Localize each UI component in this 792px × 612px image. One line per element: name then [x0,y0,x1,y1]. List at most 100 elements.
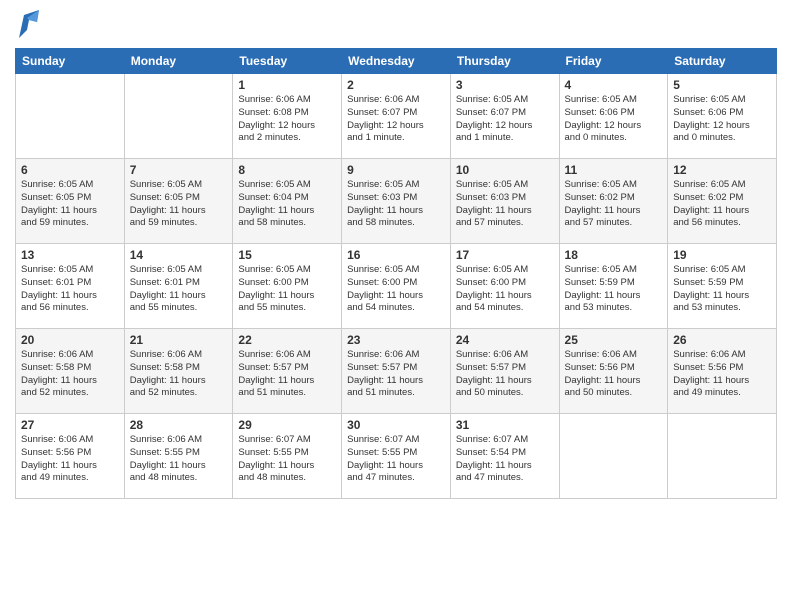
day-number: 6 [21,163,119,177]
calendar-cell: 30 Sunrise: 6:07 AM Sunset: 5:55 PM Dayli… [342,414,451,499]
day-info: Sunrise: 6:05 AM Sunset: 6:06 PM Dayligh… [673,94,771,145]
day-info: Sunrise: 6:05 AM Sunset: 6:03 PM Dayligh… [347,179,445,230]
day-info: Sunrise: 6:05 AM Sunset: 6:02 PM Dayligh… [673,179,771,230]
day-info: Sunrise: 6:07 AM Sunset: 5:54 PM Dayligh… [456,434,554,485]
day-info: Sunrise: 6:06 AM Sunset: 5:57 PM Dayligh… [347,349,445,400]
calendar-week-4: 20 Sunrise: 6:06 AM Sunset: 5:58 PM Dayli… [16,329,777,414]
weekday-header-wednesday: Wednesday [342,49,451,74]
day-number: 15 [238,248,336,262]
day-info: Sunrise: 6:05 AM Sunset: 6:06 PM Dayligh… [565,94,663,145]
page-header [15,10,777,40]
day-number: 26 [673,333,771,347]
calendar-cell: 28 Sunrise: 6:06 AM Sunset: 5:55 PM Dayli… [124,414,233,499]
weekday-header-thursday: Thursday [450,49,559,74]
calendar-cell: 9 Sunrise: 6:05 AM Sunset: 6:03 PM Daylig… [342,159,451,244]
calendar-cell: 6Sunrise: 6:05 AM Sunset: 6:05 PM Daylig… [16,159,125,244]
day-number: 13 [21,248,119,262]
day-info: Sunrise: 6:06 AM Sunset: 5:55 PM Dayligh… [130,434,228,485]
calendar-cell: 31Sunrise: 6:07 AM Sunset: 5:54 PM Dayli… [450,414,559,499]
day-info: Sunrise: 6:06 AM Sunset: 5:58 PM Dayligh… [21,349,119,400]
day-info: Sunrise: 6:07 AM Sunset: 5:55 PM Dayligh… [347,434,445,485]
day-number: 7 [130,163,228,177]
calendar-table: SundayMondayTuesdayWednesdayThursdayFrid… [15,48,777,499]
calendar-week-5: 27Sunrise: 6:06 AM Sunset: 5:56 PM Dayli… [16,414,777,499]
day-info: Sunrise: 6:05 AM Sunset: 6:05 PM Dayligh… [130,179,228,230]
calendar-cell [559,414,668,499]
day-number: 16 [347,248,445,262]
day-info: Sunrise: 6:05 AM Sunset: 6:07 PM Dayligh… [456,94,554,145]
day-number: 17 [456,248,554,262]
day-number: 9 [347,163,445,177]
day-info: Sunrise: 6:07 AM Sunset: 5:55 PM Dayligh… [238,434,336,485]
day-number: 18 [565,248,663,262]
day-number: 21 [130,333,228,347]
calendar-cell: 27Sunrise: 6:06 AM Sunset: 5:56 PM Dayli… [16,414,125,499]
calendar-cell: 24Sunrise: 6:06 AM Sunset: 5:57 PM Dayli… [450,329,559,414]
weekday-header-sunday: Sunday [16,49,125,74]
calendar-cell: 15 Sunrise: 6:05 AM Sunset: 6:00 PM Dayli… [233,244,342,329]
calendar-cell: 21 Sunrise: 6:06 AM Sunset: 5:58 PM Dayli… [124,329,233,414]
calendar-cell: 22 Sunrise: 6:06 AM Sunset: 5:57 PM Dayli… [233,329,342,414]
calendar-cell: 10 Sunrise: 6:05 AM Sunset: 6:03 PM Dayli… [450,159,559,244]
weekday-header-monday: Monday [124,49,233,74]
calendar-cell: 20 Sunrise: 6:06 AM Sunset: 5:58 PM Dayli… [16,329,125,414]
day-info: Sunrise: 6:06 AM Sunset: 6:08 PM Dayligh… [238,94,336,145]
day-number: 29 [238,418,336,432]
day-info: Sunrise: 6:06 AM Sunset: 5:56 PM Dayligh… [21,434,119,485]
day-number: 11 [565,163,663,177]
calendar-cell: 1 Sunrise: 6:06 AM Sunset: 6:08 PM Daylig… [233,74,342,159]
day-number: 28 [130,418,228,432]
day-info: Sunrise: 6:05 AM Sunset: 5:59 PM Dayligh… [565,264,663,315]
calendar-cell: 19 Sunrise: 6:05 AM Sunset: 5:59 PM Dayli… [668,244,777,329]
calendar-cell: 4 Sunrise: 6:05 AM Sunset: 6:06 PM Daylig… [559,74,668,159]
logo [15,10,39,40]
day-number: 1 [238,78,336,92]
day-info: Sunrise: 6:05 AM Sunset: 6:03 PM Dayligh… [456,179,554,230]
day-info: Sunrise: 6:05 AM Sunset: 6:01 PM Dayligh… [21,264,119,315]
day-info: Sunrise: 6:05 AM Sunset: 6:00 PM Dayligh… [347,264,445,315]
day-number: 22 [238,333,336,347]
day-number: 10 [456,163,554,177]
calendar-cell: 5 Sunrise: 6:05 AM Sunset: 6:06 PM Daylig… [668,74,777,159]
logo-bird-icon [19,10,39,40]
day-info: Sunrise: 6:06 AM Sunset: 5:58 PM Dayligh… [130,349,228,400]
calendar-cell: 8 Sunrise: 6:05 AM Sunset: 6:04 PM Daylig… [233,159,342,244]
day-info: Sunrise: 6:05 AM Sunset: 6:00 PM Dayligh… [238,264,336,315]
day-number: 4 [565,78,663,92]
day-number: 19 [673,248,771,262]
day-number: 23 [347,333,445,347]
calendar-cell: 12 Sunrise: 6:05 AM Sunset: 6:02 PM Dayli… [668,159,777,244]
calendar-cell: 13 Sunrise: 6:05 AM Sunset: 6:01 PM Dayli… [16,244,125,329]
weekday-header-saturday: Saturday [668,49,777,74]
calendar-cell: 7 Sunrise: 6:05 AM Sunset: 6:05 PM Daylig… [124,159,233,244]
weekday-header-tuesday: Tuesday [233,49,342,74]
day-info: Sunrise: 6:06 AM Sunset: 5:57 PM Dayligh… [238,349,336,400]
day-info: Sunrise: 6:05 AM Sunset: 6:01 PM Dayligh… [130,264,228,315]
day-info: Sunrise: 6:06 AM Sunset: 5:56 PM Dayligh… [673,349,771,400]
calendar-week-3: 13 Sunrise: 6:05 AM Sunset: 6:01 PM Dayli… [16,244,777,329]
day-info: Sunrise: 6:06 AM Sunset: 5:56 PM Dayligh… [565,349,663,400]
day-number: 20 [21,333,119,347]
calendar-cell [16,74,125,159]
calendar-cell [668,414,777,499]
day-info: Sunrise: 6:05 AM Sunset: 5:59 PM Dayligh… [673,264,771,315]
day-number: 5 [673,78,771,92]
calendar-week-1: 1 Sunrise: 6:06 AM Sunset: 6:08 PM Daylig… [16,74,777,159]
calendar-cell: 11 Sunrise: 6:05 AM Sunset: 6:02 PM Dayli… [559,159,668,244]
day-info: Sunrise: 6:05 AM Sunset: 6:02 PM Dayligh… [565,179,663,230]
calendar-cell: 3 Sunrise: 6:05 AM Sunset: 6:07 PM Daylig… [450,74,559,159]
day-number: 12 [673,163,771,177]
calendar-cell: 25 Sunrise: 6:06 AM Sunset: 5:56 PM Dayli… [559,329,668,414]
calendar-cell [124,74,233,159]
day-number: 3 [456,78,554,92]
weekday-header-friday: Friday [559,49,668,74]
calendar-week-2: 6 Sunrise: 6:05 AM Sunset: 6:05 PM Daylig… [16,159,777,244]
day-number: 8 [238,163,336,177]
calendar-cell: 14 Sunrise: 6:05 AM Sunset: 6:01 PM Dayli… [124,244,233,329]
day-number: 25 [565,333,663,347]
day-info: Sunrise: 6:05 AM Sunset: 6:04 PM Dayligh… [238,179,336,230]
calendar-header-row: SundayMondayTuesdayWednesdayThursdayFrid… [16,49,777,74]
day-number: 30 [347,418,445,432]
day-number: 2 [347,78,445,92]
day-number: 14 [130,248,228,262]
